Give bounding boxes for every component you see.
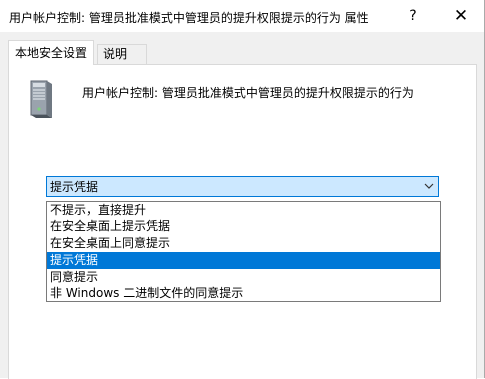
properties-dialog: 用户帐户控制: 管理员批准模式中管理员的提升权限提示的行为 属性 ? ✕ 本地安…: [0, 0, 485, 379]
policy-name: 用户帐户控制: 管理员批准模式中管理员的提升权限提示的行为: [82, 86, 414, 100]
combobox-selected-value: 提示凭据: [50, 180, 99, 194]
option-prompt-consent[interactable]: 同意提示: [47, 269, 440, 286]
option-prompt-consent-secure-desktop[interactable]: 在安全桌面上同意提示: [47, 235, 440, 252]
title-bar: 用户帐户控制: 管理员批准模式中管理员的提升权限提示的行为 属性 ? ✕: [0, 0, 484, 32]
chevron-down-icon: [424, 183, 434, 189]
close-button[interactable]: ✕: [438, 0, 484, 32]
option-no-prompt-elevate[interactable]: 不提示，直接提升: [47, 202, 440, 219]
help-icon: ?: [409, 8, 417, 24]
security-setting-combobox[interactable]: 提示凭据: [46, 176, 439, 197]
option-prompt-credentials-secure-desktop[interactable]: 在安全桌面上提示凭据: [47, 218, 440, 235]
window-title: 用户帐户控制: 管理员批准模式中管理员的提升权限提示的行为 属性: [9, 11, 369, 25]
computer-tower-icon: [30, 80, 52, 118]
tab-local-security-setting[interactable]: 本地安全设置: [8, 40, 95, 65]
help-button[interactable]: ?: [390, 0, 436, 32]
dropdown-list: 不提示，直接提升 在安全桌面上提示凭据 在安全桌面上同意提示 提示凭据 同意提示…: [46, 201, 441, 302]
tab-explain[interactable]: 说明: [97, 44, 147, 64]
option-prompt-credentials[interactable]: 提示凭据: [47, 252, 440, 269]
close-icon: ✕: [453, 6, 469, 26]
option-consent-non-windows-binaries[interactable]: 非 Windows 二进制文件的同意提示: [47, 285, 440, 302]
